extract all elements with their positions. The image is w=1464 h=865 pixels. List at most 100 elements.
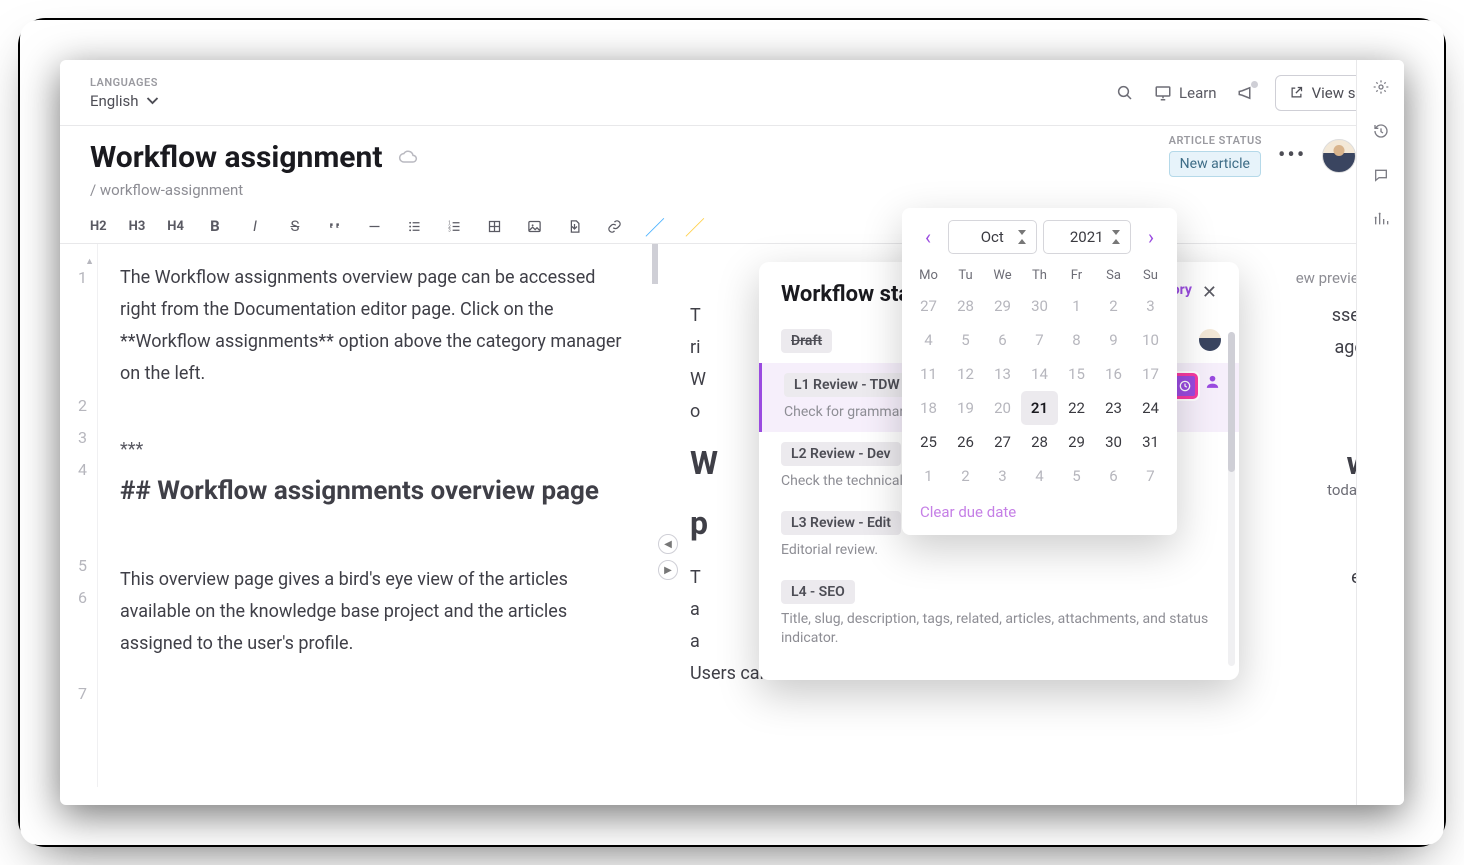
calendar-day[interactable]: 19 <box>947 391 984 425</box>
calendar-day[interactable]: 4 <box>1021 459 1058 493</box>
bold-button[interactable]: B <box>206 217 224 235</box>
datepicker-popup: ‹ Oct 2021 › MoTuWeThFrSaSu2728293012345… <box>902 208 1177 535</box>
chevron-down-icon <box>145 93 160 108</box>
split-handle-right[interactable]: ▶ <box>658 560 678 580</box>
calendar-day[interactable]: 23 <box>1095 391 1132 425</box>
article-status-label: ARTICLE STATUS <box>1169 134 1262 147</box>
stage-pill: Draft <box>781 329 832 353</box>
calendar-day[interactable]: 1 <box>910 459 947 493</box>
settings-icon[interactable] <box>1370 76 1392 98</box>
calendar-day[interactable]: 28 <box>1021 425 1058 459</box>
calendar-day[interactable]: 17 <box>1132 357 1169 391</box>
learn-button[interactable]: Learn <box>1154 84 1217 102</box>
history-icon[interactable] <box>1370 120 1392 142</box>
editor-line: The Workflow assignments overview page c… <box>120 262 634 390</box>
cloud-icon <box>398 146 418 170</box>
calendar-day[interactable]: 13 <box>984 357 1021 391</box>
markdown-editor[interactable]: The Workflow assignments overview page c… <box>98 244 658 787</box>
calendar-day[interactable]: 12 <box>947 357 984 391</box>
strikethrough-button[interactable]: S <box>286 217 304 235</box>
calendar-day[interactable]: 16 <box>1095 357 1132 391</box>
close-icon[interactable]: ✕ <box>1202 282 1217 303</box>
italic-button[interactable]: I <box>246 217 264 235</box>
formatting-toolbar: H2 H3 H4 B I S 123 ／ ／ <box>60 209 1404 244</box>
quote-button[interactable] <box>326 217 344 235</box>
h3-button[interactable]: H3 <box>129 219 146 234</box>
calendar-day[interactable]: 10 <box>1132 323 1169 357</box>
calendar-day[interactable]: 21 <box>1021 391 1058 425</box>
clock-icon <box>1178 379 1192 393</box>
next-month-button[interactable]: › <box>1137 223 1165 251</box>
calendar-day[interactable]: 15 <box>1058 357 1095 391</box>
year-select[interactable]: 2021 <box>1043 220 1132 254</box>
calendar-day[interactable]: 31 <box>1132 425 1169 459</box>
calendar-day[interactable]: 14 <box>1021 357 1058 391</box>
calendar-day[interactable]: 29 <box>1058 425 1095 459</box>
calendar-day[interactable]: 25 <box>910 425 947 459</box>
calendar-day[interactable]: 3 <box>1132 289 1169 323</box>
workflow-scrollbar[interactable] <box>1228 332 1235 666</box>
prev-month-button[interactable]: ‹ <box>914 223 942 251</box>
calendar-day[interactable]: 28 <box>947 289 984 323</box>
learn-label: Learn <box>1179 84 1217 102</box>
file-button[interactable] <box>566 217 584 235</box>
calendar-day[interactable]: 22 <box>1058 391 1095 425</box>
split-handle-left[interactable]: ◀ <box>658 534 678 554</box>
article-status-pill[interactable]: New article <box>1169 151 1261 177</box>
stage-pill: L4 - SEO <box>781 580 855 604</box>
calendar-day[interactable]: 4 <box>910 323 947 357</box>
highlight-button[interactable]: ／ <box>646 217 664 235</box>
calendar-day[interactable]: 30 <box>1095 425 1132 459</box>
calendar-day[interactable]: 26 <box>947 425 984 459</box>
announcements-button[interactable] <box>1237 84 1255 102</box>
right-rail <box>1356 60 1404 805</box>
highlight-yellow-button[interactable]: ／ <box>686 217 704 235</box>
calendar-day[interactable]: 8 <box>1058 323 1095 357</box>
month-select[interactable]: Oct <box>948 220 1037 254</box>
search-button[interactable] <box>1116 84 1134 102</box>
calendar-day[interactable]: 27 <box>984 425 1021 459</box>
external-link-icon <box>1289 85 1304 100</box>
calendar-day[interactable]: 2 <box>1095 289 1132 323</box>
calendar-day[interactable]: 5 <box>1058 459 1095 493</box>
calendar-day[interactable]: 7 <box>1132 459 1169 493</box>
link-button[interactable] <box>606 217 624 235</box>
calendar-day[interactable]: 6 <box>1095 459 1132 493</box>
calendar-day[interactable]: 11 <box>910 357 947 391</box>
language-selector[interactable]: English <box>90 92 160 110</box>
calendar-day[interactable]: 27 <box>910 289 947 323</box>
table-button[interactable] <box>486 217 504 235</box>
megaphone-icon <box>1237 84 1255 102</box>
unordered-list-button[interactable] <box>406 217 424 235</box>
calendar-day[interactable]: 6 <box>984 323 1021 357</box>
calendar-day[interactable]: 20 <box>984 391 1021 425</box>
clear-due-date-link[interactable]: Clear due date <box>910 493 1169 523</box>
calendar-day[interactable]: 2 <box>947 459 984 493</box>
calendar-day[interactable]: 9 <box>1095 323 1132 357</box>
calendar-day[interactable]: 29 <box>984 289 1021 323</box>
h2-button[interactable]: H2 <box>90 219 107 234</box>
calendar-day[interactable]: 24 <box>1132 391 1169 425</box>
dow-label: Tu <box>947 262 984 289</box>
workflow-stage[interactable]: L4 - SEO Title, slug, description, tags,… <box>759 570 1239 658</box>
analytics-icon[interactable] <box>1370 208 1392 230</box>
h4-button[interactable]: H4 <box>167 219 184 234</box>
svg-text:3: 3 <box>449 228 452 233</box>
comments-icon[interactable] <box>1370 164 1392 186</box>
calendar-day[interactable]: 18 <box>910 391 947 425</box>
calendar-day[interactable]: 7 <box>1021 323 1058 357</box>
stage-description: Title, slug, description, tags, related,… <box>781 610 1217 648</box>
editor-line: *** <box>120 434 634 466</box>
calendar-day[interactable]: 3 <box>984 459 1021 493</box>
page-title: Workflow assignment <box>90 140 382 175</box>
horizontal-rule-button[interactable] <box>366 217 384 235</box>
calendar-day[interactable]: 30 <box>1021 289 1058 323</box>
languages-label: LANGUAGES <box>90 76 160 89</box>
calendar-day[interactable]: 1 <box>1058 289 1095 323</box>
ordered-list-button[interactable]: 123 <box>446 217 464 235</box>
image-button[interactable] <box>526 217 544 235</box>
assign-user-icon[interactable] <box>1204 373 1221 399</box>
more-menu-button[interactable]: ••• <box>1278 143 1306 168</box>
calendar-day[interactable]: 5 <box>947 323 984 357</box>
dow-label: Mo <box>910 262 947 289</box>
